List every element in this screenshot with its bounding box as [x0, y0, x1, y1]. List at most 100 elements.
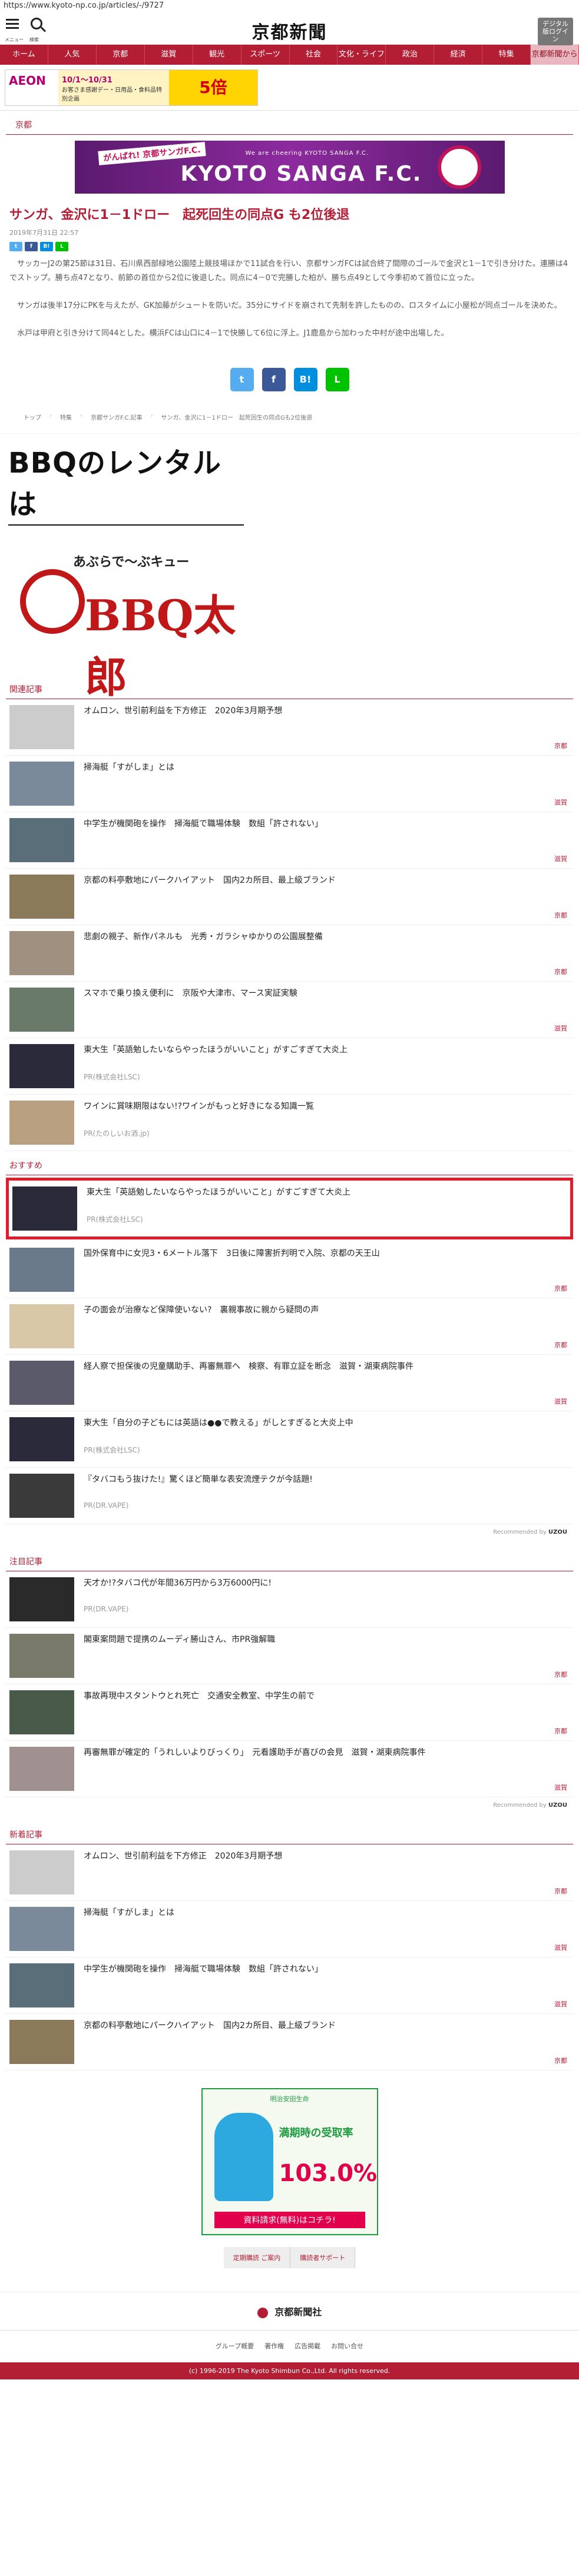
hatena-share-icon[interactable]: B! [293, 368, 317, 392]
list-item[interactable]: 中学生が機関砲を操作 掃海艇で職場体験 数組「許されない」滋賀 [6, 1957, 573, 2015]
nav-item[interactable]: 滋賀 [145, 45, 193, 65]
breadcrumb-item[interactable]: 京都サンガF.C.記事 [91, 413, 143, 421]
list-item[interactable]: 事故再現中スタントウとれ死亡 交通安全教室、中学生の前で 京都 [6, 1684, 573, 1741]
breadcrumb-item[interactable]: 特集 [60, 413, 72, 421]
list-item-title[interactable]: 『タバコもう抜けた!』驚くほど簡単な表安流煙テクが今話題! [84, 1474, 570, 1486]
list-item[interactable]: 中学生が機関砲を操作 掃海艇で職場体験 数組「許されない」滋賀 [6, 812, 573, 869]
footer-nav-copyright[interactable]: 著作権 [264, 2341, 284, 2351]
list-item-title[interactable]: 悲劇の親子、新作パネルも 光秀・ガラシャゆかりの公園展整備 [84, 931, 570, 943]
list-item[interactable]: 京都の料亭敷地にパークハイアット 国内2カ所目、最上級ブランド京都 [6, 869, 573, 926]
facebook-share-icon[interactable]: f [262, 368, 286, 392]
list-item[interactable]: スマホで乗り換え便利に 京阪や大津市、マース実証実験 滋賀 [6, 982, 573, 1039]
list-item[interactable]: 子の面会が治療など保障使いない? 裏親事故に親から疑問の声京都 [6, 1298, 573, 1355]
url-bar[interactable]: https://www.kyoto-np.co.jp/articles/-/97… [0, 0, 579, 12]
list-item-region[interactable]: 滋賀 [554, 1943, 567, 1952]
line-icon[interactable]: L [55, 241, 68, 251]
list-item-region[interactable]: 京都 [554, 741, 567, 750]
bbq-ad[interactable]: BBQのレンタルは あぶらで～ぶキュー BBQ太郎 [0, 434, 579, 702]
line-share-icon[interactable]: L [325, 368, 349, 392]
nav-item[interactable]: 社会 [290, 45, 338, 65]
nav-item[interactable]: スポーツ [241, 45, 290, 65]
list-item[interactable]: 東大生「英語勉したいならやったほうがいいこと」がすごすぎて大炎上 PR(株式会社L… [6, 1038, 573, 1095]
uzou-logo[interactable]: UZOU [548, 1529, 567, 1535]
nav-item[interactable]: ホーム [0, 45, 48, 65]
nav-item[interactable]: 特集 [482, 45, 531, 65]
footer-nav-group[interactable]: グループ概要 [216, 2341, 254, 2351]
list-item-title[interactable]: 子の面会が治療など保障使いない? 裏親事故に親から疑問の声 [84, 1304, 570, 1317]
list-item-region[interactable]: 京都 [554, 967, 567, 976]
list-item-title[interactable]: 再審無罪が確定的「うれしいよりびっくり」 元看護助手が喜びの会見 滋賀・湖東病院… [84, 1747, 570, 1759]
list-item[interactable]: 経人察で担保後の児童購助手、再審無罪へ 検察、有罪立証を断念 滋賀・湖東病院事件… [6, 1355, 573, 1412]
hatena-icon[interactable]: B! [40, 241, 53, 251]
list-item-title[interactable]: 閣東案問題で提携のムーディ勝山さん、市PR強解職 [84, 1634, 570, 1646]
list-item-region[interactable]: 京都 [554, 1886, 567, 1896]
list-item-region[interactable]: 滋賀 [554, 854, 567, 863]
list-item-title[interactable]: オムロン、世引前利益を下方修正 2020年3月期予想 [84, 705, 570, 717]
breadcrumb-item[interactable]: トップ [24, 413, 41, 421]
list-item-title[interactable]: 経人察で担保後の児童購助手、再審無罪へ 検察、有罪立証を断念 滋賀・湖東病院事件 [84, 1361, 570, 1373]
list-item-title[interactable]: 東大生「自分の子どもには英語は●●で教える」がしとすぎると大炎上中 [84, 1417, 570, 1430]
list-item[interactable]: 東大生「自分の子どもには英語は●●で教える」がしとすぎると大炎上中 PR(株式会社… [6, 1411, 573, 1468]
nav-item[interactable]: 文化・ライフ [338, 45, 386, 65]
list-item[interactable]: 京都の料亭敷地にパークハイアット 国内2カ所目、最上級ブランド京都 [6, 2014, 573, 2071]
list-item-title[interactable]: 掃海艇「すがしま」とは [84, 762, 570, 774]
aeon-banner[interactable]: AEON 10/1〜10/31 お客さま感謝デー・日用品・食料品特別企画 5倍 [5, 69, 258, 106]
list-item-title[interactable]: 中学生が機関砲を操作 掃海艇で職場体験 数組「許されない」 [84, 818, 570, 830]
list-item-region[interactable]: 滋賀 [554, 1999, 567, 2009]
list-item-title[interactable]: 東大生「英語勉したいならやったほうがいいこと」がすごすぎて大炎上 [84, 1044, 570, 1056]
list-item[interactable]: 掃海艇「すがしま」とは滋賀 [6, 1901, 573, 1958]
list-item-region[interactable]: 滋賀 [554, 1397, 567, 1406]
list-item[interactable]: 掃海艇「すがしま」とは滋賀 [6, 756, 573, 813]
twitter-icon[interactable]: t [9, 241, 22, 251]
list-item-region[interactable]: 滋賀 [554, 1023, 567, 1033]
hamburger-icon[interactable] [6, 19, 19, 31]
list-item[interactable]: 閣東案問題で提携のムーディ勝山さん、市PR強解職京都 [6, 1628, 573, 1685]
list-item[interactable]: 『タバコもう抜けた!』驚くほど簡単な表安流煙テクが今話題! PR(DR.VAPE) [6, 1468, 573, 1525]
insurance-ad[interactable]: 明治安田生命 満期時の受取率 103.0% 資料請求(無料)はコチラ! [201, 2088, 378, 2236]
footer-nav-ads[interactable]: 広告掲載 [295, 2341, 320, 2351]
list-item-title[interactable]: 掃海艇「すがしま」とは [84, 1907, 570, 1919]
list-item-title[interactable]: 天才か!?タバコ代が年間36万円から3万6000円に! [84, 1577, 570, 1590]
list-item-region[interactable]: 滋賀 [554, 1783, 567, 1792]
nav-item[interactable]: 経済 [434, 45, 483, 65]
uzou-logo[interactable]: UZOU [548, 1802, 567, 1809]
nav-item[interactable]: 京都新聞から [531, 45, 579, 65]
facebook-icon[interactable]: f [25, 241, 38, 251]
subscription-link[interactable]: 定期購読 ご案内 [223, 2247, 291, 2269]
list-item-region[interactable]: 京都 [554, 1726, 567, 1736]
search-icon[interactable] [31, 18, 42, 29]
site-logo[interactable]: 京都新聞 [252, 18, 327, 44]
list-item-title[interactable]: 京都の料亭敷地にパークハイアット 国内2カ所目、最上級ブランド [84, 2020, 570, 2032]
list-item-region[interactable]: 京都 [554, 2056, 567, 2065]
list-item-region[interactable]: 滋賀 [554, 797, 567, 807]
footer-logo[interactable]: 京都新聞社 [0, 2292, 579, 2331]
list-item-title[interactable]: ワインに賞味期限はない!?ワインがもっと好きになる知識一覧 [84, 1101, 570, 1113]
list-item[interactable]: 再審無罪が確定的「うれしいよりびっくり」 元看護助手が喜びの会見 滋賀・湖東病院… [6, 1741, 573, 1798]
list-item[interactable]: 悲劇の親子、新作パネルも 光秀・ガラシャゆかりの公園展整備京都 [6, 925, 573, 982]
top-ad[interactable]: AEON 10/1〜10/31 お客さま感謝デー・日用品・食料品特別企画 5倍 [0, 65, 579, 111]
nav-item[interactable]: 政治 [386, 45, 435, 65]
list-item-region[interactable]: 京都 [554, 910, 567, 920]
list-item-title[interactable]: 京都の料亭敷地にパークハイアット 国内2カ所目、最上級ブランド [84, 875, 570, 887]
nav-item[interactable]: 人気 [48, 45, 97, 65]
twitter-share-icon[interactable]: t [230, 368, 254, 392]
support-link[interactable]: 購読者サポート [290, 2247, 356, 2269]
list-item[interactable]: オムロン、世引前利益を下方修正 2020年3月期予想京都 [6, 1844, 573, 1902]
list-item-title[interactable]: 中学生が機関砲を操作 掃海艇で職場体験 数組「許されない」 [84, 1963, 570, 1976]
sanga-banner[interactable]: がんばれ! 京都サンガF.C. We are cheering KYOTO SA… [74, 141, 505, 194]
list-item[interactable]: オムロン、世引前利益を下方修正 2020年3月期予想京都 [6, 699, 573, 756]
list-item[interactable]: ワインに賞味期限はない!?ワインがもっと好きになる知識一覧 PR(たのしいお酒.j… [6, 1095, 573, 1152]
list-item-region[interactable]: 京都 [554, 1340, 567, 1350]
list-item-region[interactable]: 京都 [554, 1284, 567, 1293]
digital-login-button[interactable]: デジタル版ログイン [538, 18, 573, 45]
list-item-region[interactable]: 京都 [554, 1670, 567, 1679]
nav-item[interactable]: 観光 [193, 45, 241, 65]
nav-item[interactable]: 京都 [97, 45, 145, 65]
list-item[interactable]: 天才か!?タバコ代が年間36万円から3万6000円に! PR(DR.VAPE) [6, 1571, 573, 1628]
list-item[interactable]: 東大生「英語勉したいならやったほうがいいこと」がすごすぎて大炎上 PR(株式会社L… [6, 1178, 573, 1240]
list-item-title[interactable]: 国外保育中に女児3・6メートル落下 3日後に障害折判明で入院、京都の天王山 [84, 1248, 570, 1260]
list-item-title[interactable]: 東大生「英語勉したいならやったほうがいいこと」がすごすぎて大炎上 [87, 1186, 567, 1199]
list-item-title[interactable]: オムロン、世引前利益を下方修正 2020年3月期予想 [84, 1850, 570, 1863]
insurance-ad-cta[interactable]: 資料請求(無料)はコチラ! [214, 2212, 365, 2229]
list-item[interactable]: 国外保育中に女児3・6メートル落下 3日後に障害折判明で入院、京都の天王山京都 [6, 1242, 573, 1299]
